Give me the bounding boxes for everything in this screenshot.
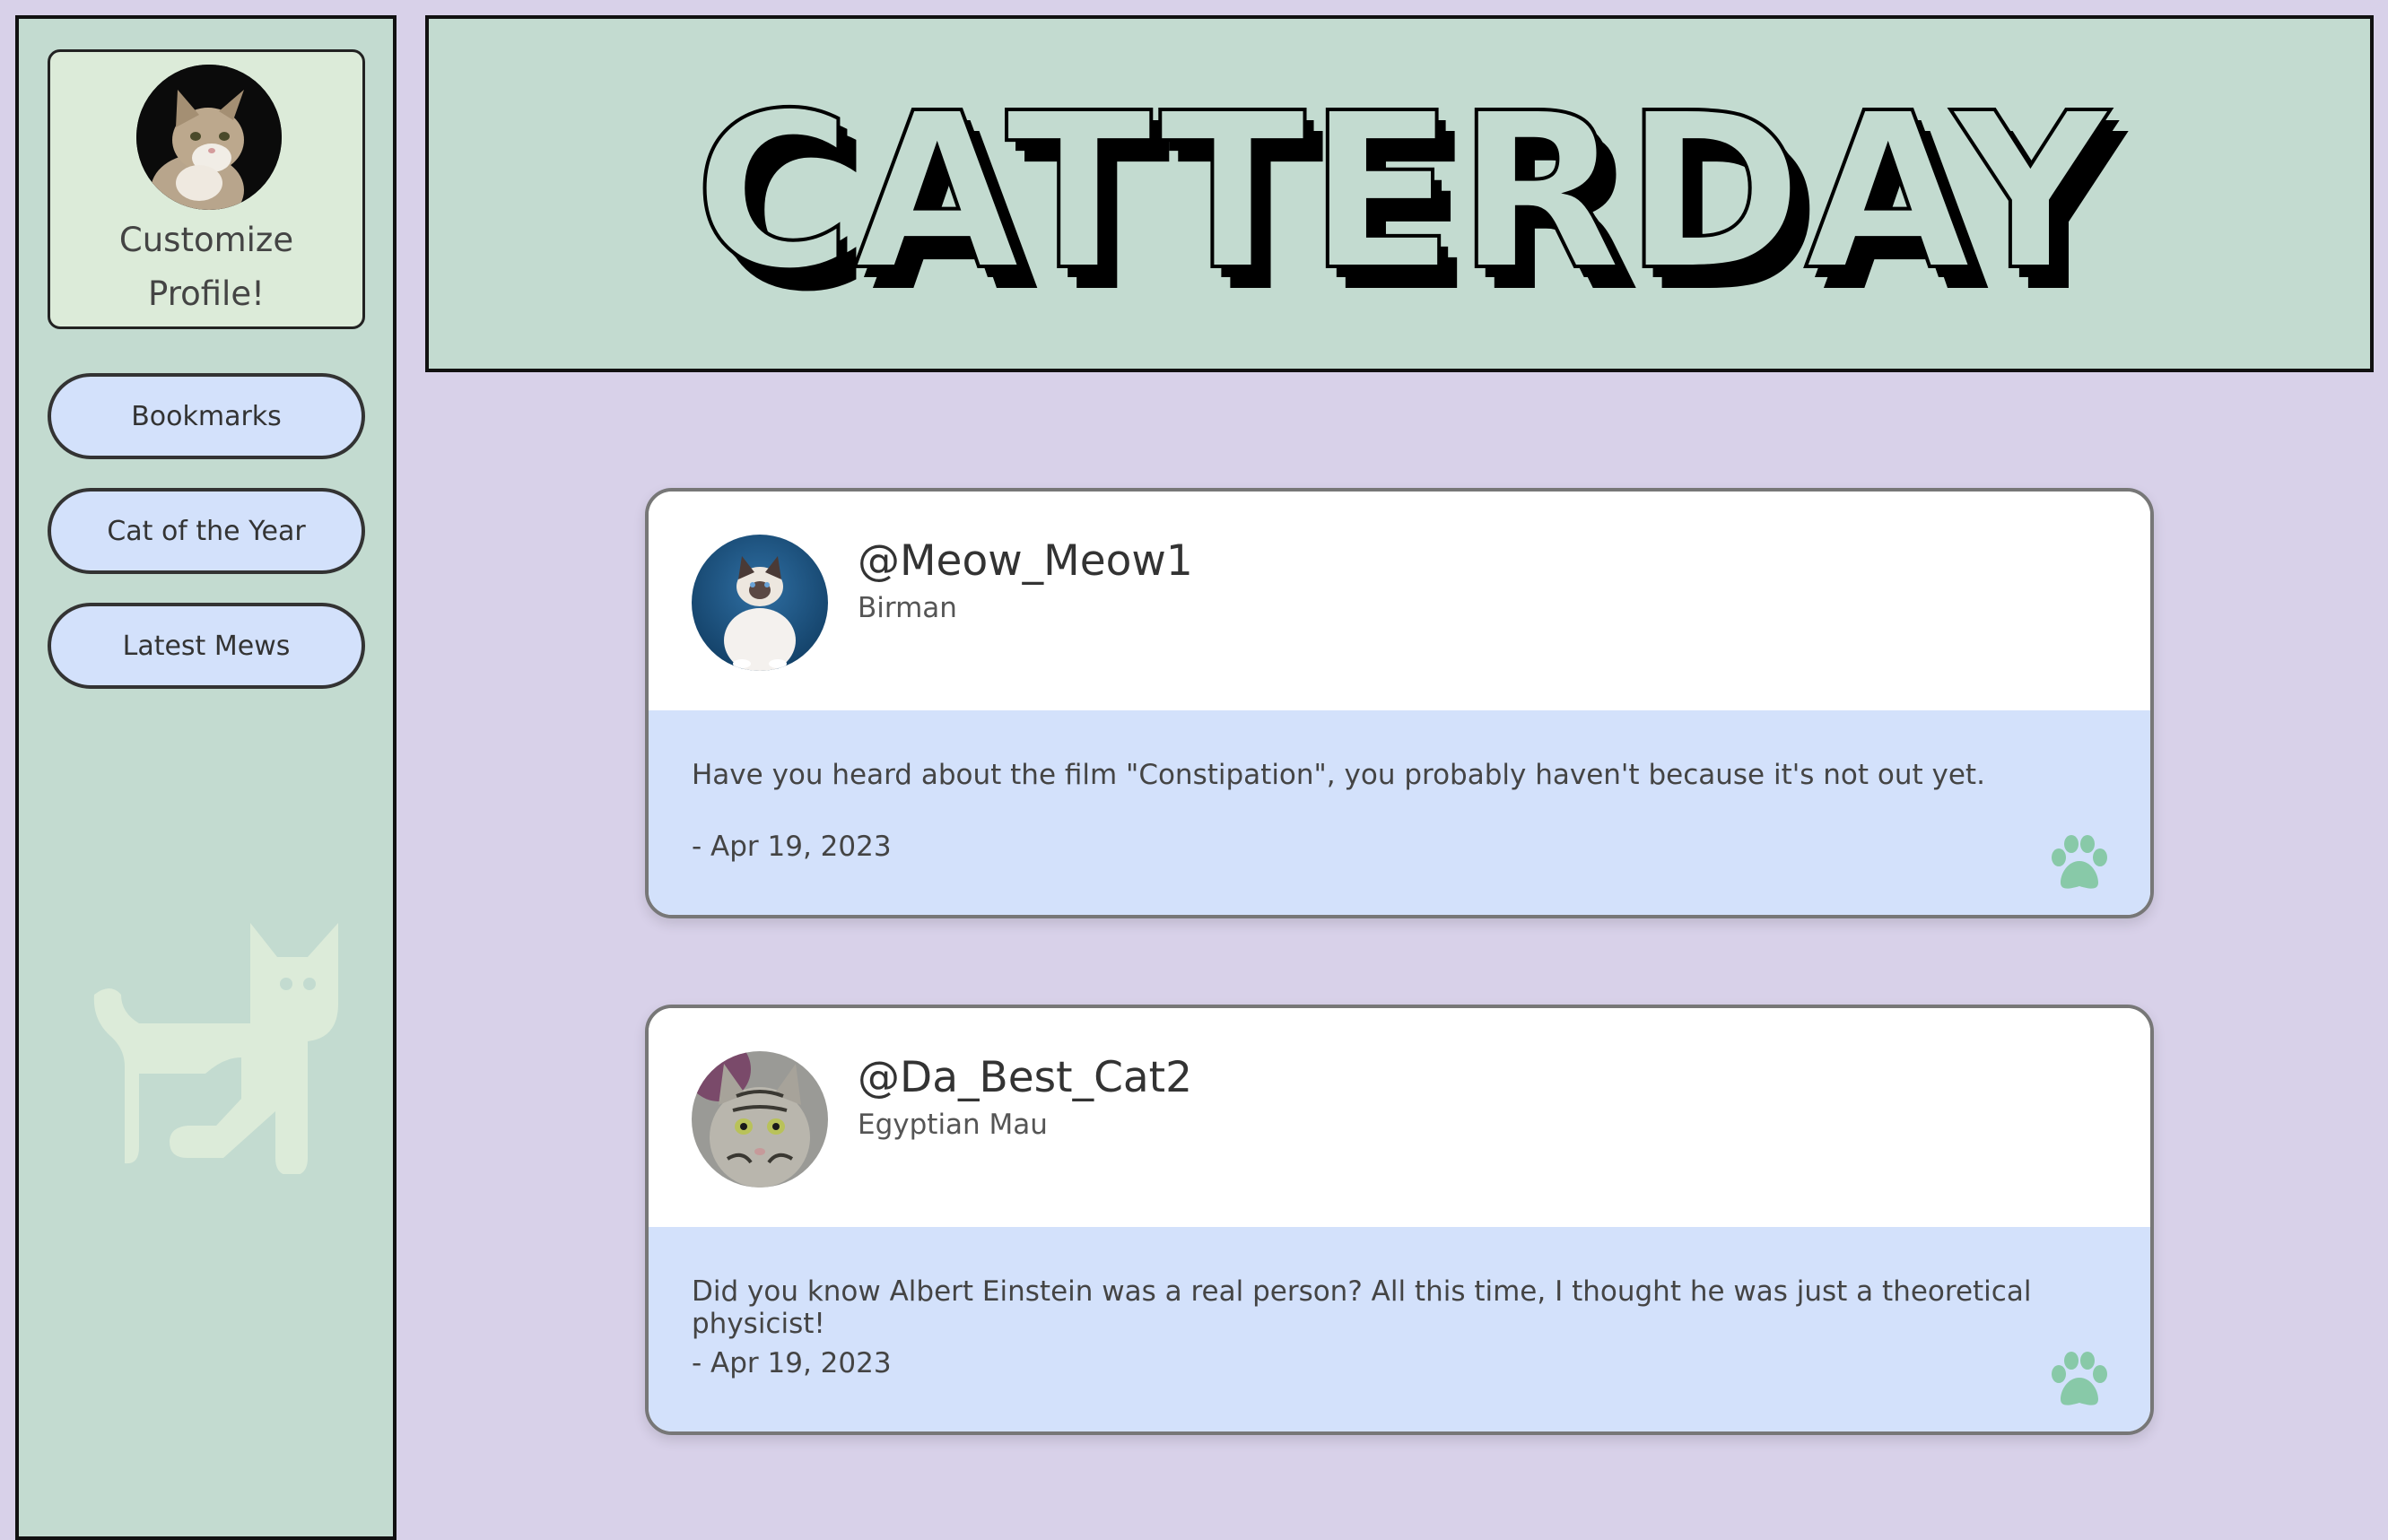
bookmarks-button-label: Bookmarks (131, 400, 282, 432)
post-username[interactable]: @Meow_Meow1 (858, 536, 1193, 586)
cat-of-the-year-button[interactable]: Cat of the Year (48, 488, 365, 574)
post-text: Did you know Albert Einstein was a real … (692, 1275, 2032, 1340)
profile-avatar (136, 65, 282, 210)
latest-mews-button[interactable]: Latest Mews (48, 603, 365, 689)
post-card: @Meow_Meow1 Birman Have you heard about … (645, 488, 2154, 918)
post-avatar[interactable] (692, 1051, 828, 1188)
latest-mews-button-label: Latest Mews (122, 630, 291, 662)
post-header: @Meow_Meow1 Birman (649, 492, 2150, 710)
post-breed: Egyptian Mau (858, 1109, 1048, 1141)
post-body: Did you know Albert Einstein was a real … (649, 1227, 2150, 1431)
paw-icon[interactable] (2048, 834, 2111, 892)
bookmarks-button[interactable]: Bookmarks (48, 373, 365, 459)
post-card: @Da_Best_Cat2 Egyptian Mau Did you know … (645, 1005, 2154, 1435)
customize-profile-line2: Profile! (148, 274, 265, 313)
customize-profile-card[interactable]: Customize Profile! (48, 49, 365, 329)
post-text: Have you heard about the film "Constipat… (692, 759, 1985, 791)
post-username[interactable]: @Da_Best_Cat2 (858, 1053, 1192, 1102)
post-breed: Birman (858, 592, 957, 624)
customize-profile-line1: Customize (118, 221, 294, 259)
catterday-banner: CATTERDAY CATTERDAY CATTERDAY (425, 15, 2374, 372)
banner-title: CATTERDAY (694, 66, 2112, 318)
post-avatar[interactable] (692, 535, 828, 671)
post-header: @Da_Best_Cat2 Egyptian Mau (649, 1008, 2150, 1227)
post-date: - Apr 19, 2023 (692, 1347, 892, 1379)
cat-of-the-year-button-label: Cat of the Year (107, 515, 306, 547)
cat-silhouette-icon (93, 923, 338, 1174)
paw-icon[interactable] (2048, 1351, 2111, 1408)
sidebar: Customize Profile! Bookmarks Cat of the … (15, 15, 397, 1540)
customize-profile-title: Customize Profile! (50, 213, 362, 321)
post-body: Have you heard about the film "Constipat… (649, 710, 2150, 915)
post-date: - Apr 19, 2023 (692, 831, 892, 863)
